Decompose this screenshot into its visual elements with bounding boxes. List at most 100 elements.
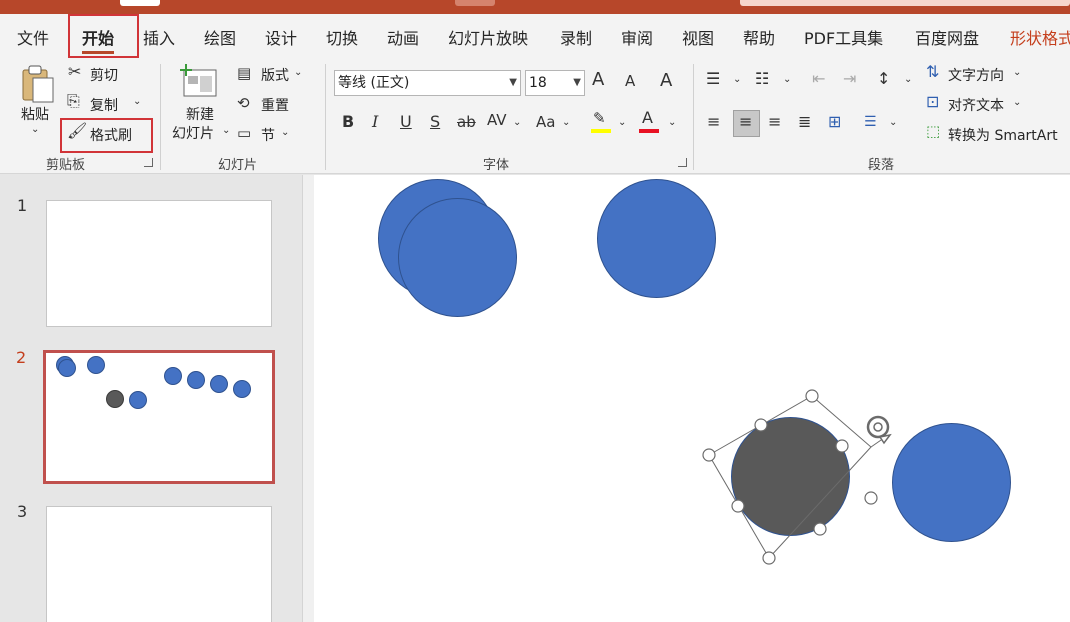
chevron-down-icon: ⌄ bbox=[281, 127, 290, 138]
section-button[interactable]: 节 bbox=[261, 125, 275, 145]
chevron-down-icon: ⌄ bbox=[733, 74, 742, 85]
slide-thumbnail-2[interactable] bbox=[43, 350, 275, 484]
resize-handle[interactable] bbox=[864, 491, 878, 505]
selection-frame bbox=[702, 389, 892, 565]
thumbnail-shape bbox=[87, 356, 105, 374]
text-direction-button[interactable]: 文字方向 bbox=[948, 65, 1004, 85]
tab-shape-format[interactable]: 形状格式 bbox=[1010, 25, 1070, 49]
tab-insert[interactable]: 插入 bbox=[143, 25, 175, 49]
copy-button[interactable]: 复制 bbox=[90, 95, 118, 115]
decrease-font-size-button[interactable]: A bbox=[625, 74, 635, 89]
numbering-icon[interactable]: ☷ bbox=[755, 71, 769, 87]
paste-button[interactable]: 粘贴 ⌄ bbox=[16, 62, 58, 142]
group-separator bbox=[693, 64, 694, 170]
slide-canvas[interactable] bbox=[314, 175, 1070, 622]
chevron-down-icon: ⌄ bbox=[889, 117, 898, 128]
thumbnail-shape bbox=[58, 359, 76, 377]
chevron-down-icon: ⌄ bbox=[1013, 97, 1022, 108]
font-group-label: 字体 bbox=[483, 158, 510, 173]
reset-icon: ⟲ bbox=[237, 94, 250, 112]
columns-icon[interactable]: ☰ bbox=[864, 115, 877, 129]
tab-pdf-tools[interactable]: PDF工具集 bbox=[804, 25, 883, 49]
text-direction-icon: ⇅ bbox=[926, 62, 940, 81]
bold-button[interactable]: B bbox=[342, 114, 354, 130]
font-size-value: 18 bbox=[529, 75, 547, 91]
rotate-handle-icon[interactable] bbox=[866, 415, 892, 445]
tab-slideshow[interactable]: 幻灯片放映 bbox=[448, 25, 528, 49]
tab-draw[interactable]: 绘图 bbox=[204, 25, 236, 49]
chevron-down-icon: ⌄ bbox=[904, 74, 913, 85]
pane-scrollbar[interactable] bbox=[302, 175, 314, 622]
line-spacing-icon[interactable]: ↕ bbox=[877, 71, 890, 87]
title-bar bbox=[0, 0, 1070, 14]
resize-handle[interactable] bbox=[731, 499, 745, 513]
strikethrough-button[interactable]: ab bbox=[457, 115, 476, 130]
tab-baidu-netdisk[interactable]: 百度网盘 bbox=[915, 25, 979, 49]
clear-formatting-icon[interactable]: A bbox=[660, 72, 672, 90]
paste-label: 粘贴 bbox=[21, 107, 49, 123]
resize-handle[interactable] bbox=[754, 418, 768, 432]
slide-thumbnail-pane: 1 2 3 bbox=[0, 175, 302, 622]
thumbnail-shape bbox=[164, 367, 182, 385]
tab-record[interactable]: 录制 bbox=[560, 25, 592, 49]
justify-icon[interactable]: ≣ bbox=[798, 114, 811, 130]
tab-review[interactable]: 审阅 bbox=[621, 25, 653, 49]
dialog-launcher-icon[interactable] bbox=[144, 158, 153, 167]
font-color-icon: A bbox=[642, 108, 653, 127]
font-name-dropdown[interactable]: 等线 (正文) ▼ bbox=[334, 70, 521, 96]
tab-view[interactable]: 视图 bbox=[682, 25, 714, 49]
highlight-box-home-tab bbox=[68, 14, 139, 58]
group-separator bbox=[325, 64, 326, 170]
convert-to-smartart-button[interactable]: 转换为 SmartArt bbox=[948, 125, 1058, 145]
group-separator bbox=[160, 64, 161, 170]
tab-animations[interactable]: 动画 bbox=[387, 25, 419, 49]
search-box[interactable] bbox=[740, 0, 1070, 6]
distributed-icon[interactable]: ⊞ bbox=[828, 114, 841, 130]
resize-handle[interactable] bbox=[835, 439, 849, 453]
slide-thumbnail-3[interactable] bbox=[46, 506, 272, 622]
slide-number: 3 bbox=[17, 502, 28, 521]
slide-thumbnail-1[interactable] bbox=[46, 200, 272, 327]
chevron-down-icon: ⌄ bbox=[294, 67, 303, 78]
text-shadow-button[interactable]: S bbox=[430, 114, 440, 130]
chevron-down-icon: ▼ bbox=[509, 77, 517, 88]
align-right-icon[interactable]: ≡ bbox=[768, 114, 781, 130]
decrease-indent-icon[interactable]: ⇤ bbox=[812, 71, 825, 87]
tab-design[interactable]: 设计 bbox=[265, 25, 297, 49]
font-color-button[interactable]: A bbox=[638, 110, 662, 134]
font-name-value: 等线 (正文) bbox=[338, 75, 410, 91]
highlight-color-button[interactable]: ✎ bbox=[590, 110, 614, 134]
tab-help[interactable]: 帮助 bbox=[743, 25, 775, 49]
resize-handle[interactable] bbox=[702, 448, 716, 462]
italic-button[interactable]: I bbox=[372, 114, 378, 130]
scissors-icon: ✂ bbox=[68, 62, 82, 81]
align-left-icon[interactable]: ≡ bbox=[707, 114, 720, 130]
resize-handle[interactable] bbox=[805, 389, 819, 403]
chevron-down-icon: ⌄ bbox=[562, 117, 571, 128]
layout-button[interactable]: 版式 bbox=[261, 65, 289, 85]
new-slide-button[interactable]: 新建 幻灯片 ⌄ bbox=[168, 62, 234, 144]
slides-group-label: 幻灯片 bbox=[218, 158, 258, 173]
tab-transitions[interactable]: 切换 bbox=[326, 25, 358, 49]
thumbnail-shape-dark bbox=[106, 390, 124, 408]
paste-icon bbox=[22, 65, 54, 103]
align-center-icon: ≡ bbox=[739, 112, 753, 131]
align-text-button[interactable]: 对齐文本 bbox=[948, 95, 1004, 115]
change-case-button[interactable]: Aa bbox=[536, 115, 555, 130]
dialog-launcher-icon[interactable] bbox=[678, 158, 687, 167]
resize-handle[interactable] bbox=[762, 551, 776, 565]
bullets-icon[interactable]: ☰ bbox=[706, 71, 720, 87]
reset-button[interactable]: 重置 bbox=[261, 95, 289, 115]
underline-button[interactable]: U bbox=[400, 114, 412, 130]
cut-button[interactable]: 剪切 bbox=[90, 65, 118, 85]
increase-indent-icon[interactable]: ⇥ bbox=[843, 71, 856, 87]
resize-handle[interactable] bbox=[813, 522, 827, 536]
thumbnail-shape bbox=[210, 375, 228, 393]
new-slide-label-2: 幻灯片 bbox=[172, 126, 214, 142]
character-spacing-button[interactable]: AV bbox=[487, 113, 507, 128]
smartart-icon: ⬚ bbox=[926, 122, 941, 140]
increase-font-size-button[interactable]: A bbox=[592, 71, 604, 89]
align-text-icon: ⊡ bbox=[926, 92, 940, 111]
font-size-dropdown[interactable]: 18 ▼ bbox=[525, 70, 585, 96]
tab-file[interactable]: 文件 bbox=[17, 25, 49, 49]
